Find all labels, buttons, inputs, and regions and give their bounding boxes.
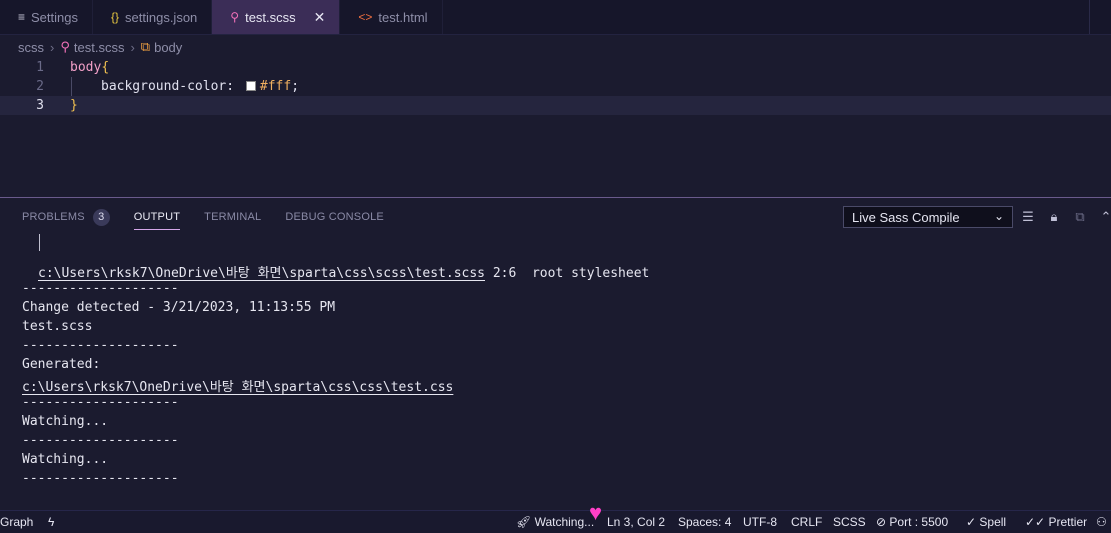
file-link[interactable]: c:\Users\rksk7\OneDrive\바탕 화면\sparta\css… [38,266,485,281]
chevron-up-icon[interactable]: ⌃ [1096,207,1111,227]
tab-problems[interactable]: PROBLEMS 3 [22,198,110,236]
output-line: -------------------- [22,338,179,353]
code-line: 2 background-color: #fff; [0,77,1111,96]
output-text: 2:6 root stylesheet [485,266,650,281]
close-icon[interactable]: ✕ [314,9,326,26]
line-number: 2 [36,79,44,94]
close-brace: } [70,98,78,113]
tab-settings-json[interactable]: {} settings.json [93,0,213,34]
scss-file-icon: ⚲ [230,10,240,24]
code-editor[interactable]: 1 body{ 2 background-color: #fff; 3 } [0,58,1111,198]
file-link[interactable]: c:\Users\rksk7\OneDrive\바탕 화면\sparta\css… [22,376,453,395]
code-text: background-color: #fff; [101,79,299,94]
tab-test-html[interactable]: <> test.html [340,0,443,34]
chevron-right-icon: › [50,39,55,55]
code-text: } [70,98,78,113]
status-bar: Graph ϟ 🚀︎ Watching... Ln 3, Col 2 Space… [0,510,1111,533]
problems-count-badge: 3 [92,208,110,226]
status-live-server[interactable]: ⊘ Port : 5500 [876,515,948,529]
output-channel-select[interactable]: Live Sass Compile ⌄ [843,206,1013,228]
tab-label: TERMINAL [204,211,262,223]
json-file-icon: {} [111,10,120,24]
css-selector: body [70,60,102,75]
no-entry-icon: ⊘ [876,515,887,529]
tab-bar-actions [1089,0,1111,34]
output-line: Watching... [22,452,109,467]
semicolon: ; [291,79,300,94]
output-line: -------------------- [22,395,179,410]
open-in-editor-icon[interactable]: ⧉ [1070,207,1090,227]
tab-label: DEBUG CONSOLE [285,211,384,223]
tab-label: Settings [31,9,78,25]
chevron-down-icon: ⌄ [993,209,1004,223]
tab-terminal[interactable]: TERMINAL [204,198,261,236]
css-value: #fff [259,79,292,94]
output-line: Generated: [22,357,101,372]
code-text: body{ [70,60,109,75]
status-label: Port : 5500 [889,515,949,529]
tab-settings[interactable]: ≡ Settings [0,0,93,34]
output-line: Watching... [22,414,109,429]
tab-label: test.html [378,9,428,25]
status-graph[interactable]: Graph [0,515,33,529]
status-label: Prettier [1048,515,1088,529]
tab-debug-console[interactable]: DEBUG CONSOLE [285,198,384,236]
breadcrumb-symbol[interactable]: body [154,40,182,55]
output-line: -------------------- [22,281,179,296]
rocket-icon: 🚀︎ [516,515,532,529]
settings-file-icon: ≡ [18,10,26,24]
output-channel-value: Live Sass Compile [852,209,960,225]
tab-output[interactable]: OUTPUT [133,198,181,236]
status-sass-watching[interactable]: 🚀︎ Watching... [516,515,594,529]
tab-test-scss[interactable]: ⚲ test.scss ✕ [212,0,341,34]
status-spell[interactable]: ✓ Spell [966,515,1006,529]
css-property: background-color: [101,79,235,94]
lightning-icon[interactable]: ϟ [48,515,54,529]
chevron-right-icon: › [130,39,135,55]
output-line: -------------------- [22,433,179,448]
status-encoding[interactable]: UTF-8 [743,515,777,529]
scss-file-icon: ⚲ [60,39,70,54]
output-line: -------------------- [22,471,179,486]
symbol-structure-icon: ⧉ [140,39,151,54]
feedback-icon[interactable]: ⚇ [1096,515,1107,529]
tab-label: test.scss [245,9,296,25]
output-line: c:\Users\rksk7\OneDrive\바탕 화면\sparta\css… [38,262,649,281]
heart-annotation-icon: ♥ [589,500,603,525]
status-label: Watching... [534,515,595,529]
indent-guide [71,77,72,96]
open-brace: { [101,60,110,75]
line-number: 1 [36,60,44,75]
lock-icon[interactable]: 🔒︎ [1044,207,1064,227]
html-file-icon: <> [358,10,373,24]
breadcrumb-folder[interactable]: scss [18,40,44,55]
code-line-current: 3 } [0,96,1111,115]
status-eol[interactable]: CRLF [791,515,822,529]
check-icon: ✓ [966,515,977,529]
color-swatch[interactable] [245,81,256,91]
status-indentation[interactable]: Spaces: 4 [678,515,731,529]
status-language[interactable]: SCSS [833,515,866,529]
breadcrumb: scss › ⚲ test.scss › ⧉ body [0,36,1111,58]
output-line: Change detected - 3/21/2023, 11:13:55 PM [22,300,336,315]
status-label: Spell [979,515,1007,529]
tab-label: PROBLEMS [22,211,85,223]
output-gutter-bar [39,234,40,251]
output-log[interactable]: c:\Users\rksk7\OneDrive\바탕 화면\sparta\css… [0,234,1111,510]
status-prettier[interactable]: ✓✓ Prettier [1025,515,1087,529]
output-line: test.scss [22,319,93,334]
editor-tab-bar: ≡ Settings {} settings.json ⚲ test.scss … [0,0,1111,35]
status-cursor-position[interactable]: Ln 3, Col 2 [607,515,665,529]
tab-label: OUTPUT [133,211,181,223]
code-line: 1 body{ [0,58,1111,77]
line-number: 3 [36,98,44,113]
double-check-icon: ✓✓ [1025,515,1046,529]
breadcrumb-file[interactable]: test.scss [74,40,125,55]
tab-bar-spacer [443,0,1089,34]
filter-list-icon[interactable]: ☰ [1018,207,1038,227]
tab-label: settings.json [125,9,198,25]
